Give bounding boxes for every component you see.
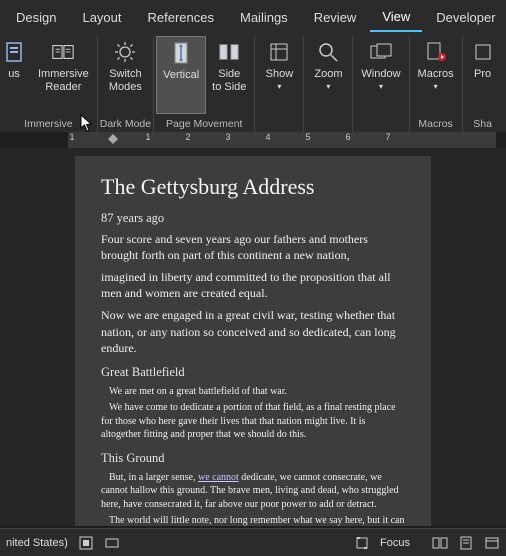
focus-button[interactable]: us xyxy=(2,36,32,114)
ribbon-tabs: Design Layout References Mailings Review… xyxy=(0,0,506,34)
immersive-reader-label: Immersive Reader xyxy=(38,68,89,93)
paragraph: We have come to dedicate a portion of th… xyxy=(101,401,405,442)
vertical-button[interactable]: Vertical xyxy=(156,36,206,114)
side-to-side-label: Side to Side xyxy=(212,68,246,93)
status-bar: nited States) Focus xyxy=(0,528,506,556)
tab-review[interactable]: Review xyxy=(302,4,369,31)
web-layout-icon[interactable] xyxy=(484,535,500,551)
tab-references[interactable]: References xyxy=(136,4,226,31)
macros-group-label: Macros xyxy=(412,116,460,132)
properties-button[interactable]: Pro xyxy=(465,36,501,114)
macro-recording-icon[interactable] xyxy=(104,535,120,551)
mouse-cursor-icon xyxy=(80,114,94,132)
macros-label: Macros xyxy=(418,68,454,81)
paragraph: Now we are engaged in a great civil war,… xyxy=(101,307,405,356)
properties-label: Pro xyxy=(474,68,491,81)
ribbon: us Immersive Reader Immersive Switch Mod… xyxy=(0,34,506,132)
dark-mode-group-label: Dark Mode xyxy=(100,116,151,132)
chevron-down-icon: ▾ xyxy=(434,82,438,91)
chevron-down-icon: ▾ xyxy=(379,82,383,91)
paragraph: imagined in liberty and committed to the… xyxy=(101,269,405,301)
language-status[interactable]: nited States) xyxy=(6,537,68,549)
tab-view[interactable]: View xyxy=(370,3,422,32)
window-icon xyxy=(369,40,393,64)
show-icon xyxy=(267,40,291,64)
immersive-reader-button[interactable]: Immersive Reader xyxy=(32,36,95,114)
chevron-down-icon: ▾ xyxy=(326,82,330,91)
switch-modes-label: Switch Modes xyxy=(109,68,142,93)
chevron-down-icon: ▾ xyxy=(277,82,281,91)
macros-icon xyxy=(424,40,448,64)
immersive-reader-icon xyxy=(51,40,75,64)
document-workspace: The Gettysburg Address 87 years ago Four… xyxy=(0,148,506,526)
print-layout-icon[interactable] xyxy=(458,535,474,551)
doc-title: The Gettysburg Address xyxy=(101,172,405,202)
paragraph: We are met on a great battlefield of tha… xyxy=(101,385,405,399)
horizontal-ruler[interactable]: 1 1 2 3 4 5 6 7 xyxy=(68,132,496,148)
vertical-icon xyxy=(169,41,193,65)
indent-marker-icon[interactable] xyxy=(108,134,118,146)
focus-mode-label[interactable]: Focus xyxy=(380,537,410,549)
heading-87-years: 87 years ago xyxy=(101,210,405,227)
read-mode-icon[interactable] xyxy=(432,535,448,551)
side-to-side-button[interactable]: Side to Side xyxy=(206,36,252,114)
tab-mailings[interactable]: Mailings xyxy=(228,4,300,31)
zoom-button[interactable]: Zoom ▾ xyxy=(306,36,350,114)
tab-layout[interactable]: Layout xyxy=(70,4,133,31)
paragraph: Four score and seven years ago our fathe… xyxy=(101,231,405,263)
show-label: Show xyxy=(266,68,294,81)
heading-this-ground: This Ground xyxy=(101,450,405,467)
paragraph: But, in a larger sense, we cannot dedica… xyxy=(101,471,405,512)
accessibility-icon[interactable] xyxy=(78,535,94,551)
vertical-label: Vertical xyxy=(163,69,199,82)
heading-battlefield: Great Battlefield xyxy=(101,364,405,381)
switch-modes-icon xyxy=(113,40,137,64)
zoom-icon xyxy=(316,40,340,64)
switch-modes-button[interactable]: Switch Modes xyxy=(103,36,148,114)
tab-developer[interactable]: Developer xyxy=(424,4,506,31)
focus-icon xyxy=(2,40,26,64)
zoom-label: Zoom xyxy=(314,68,342,81)
focus-label: us xyxy=(8,68,20,81)
focus-mode-icon[interactable] xyxy=(354,535,370,551)
tab-design[interactable]: Design xyxy=(4,4,68,31)
side-to-side-icon xyxy=(217,40,241,64)
properties-icon xyxy=(471,40,495,64)
window-label: Window xyxy=(361,68,400,81)
document-page[interactable]: The Gettysburg Address 87 years ago Four… xyxy=(75,156,431,526)
show-button[interactable]: Show ▾ xyxy=(257,36,301,114)
paragraph: The world will little note, nor long rem… xyxy=(101,514,405,526)
hyperlink[interactable]: we cannot xyxy=(198,472,239,483)
window-button[interactable]: Window ▾ xyxy=(355,36,406,114)
page-movement-group-label: Page Movement xyxy=(156,116,252,132)
macros-button[interactable]: Macros ▾ xyxy=(412,36,460,114)
sharepoint-group-label: Sha xyxy=(465,116,501,132)
